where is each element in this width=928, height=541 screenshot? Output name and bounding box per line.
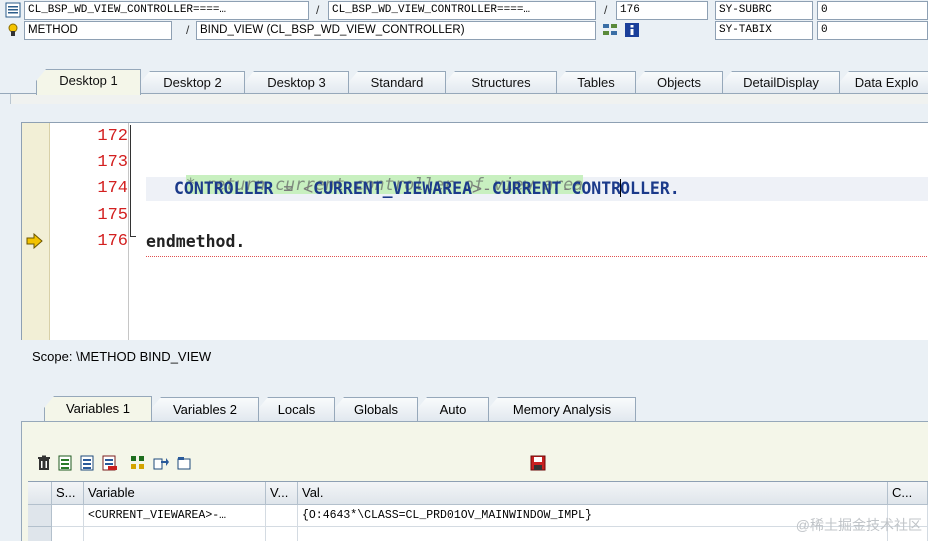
variables-table[interactable]: S... Variable V... Val. C... <CURRENT_VI… — [28, 481, 928, 541]
sy-subrc-value[interactable]: 0 — [817, 1, 928, 20]
code-token: endmethod — [146, 232, 236, 251]
tab-globals[interactable]: Globals — [334, 397, 418, 421]
event-name-field[interactable]: BIND_VIEW (CL_BSP_WD_VIEW_CONTROLLER) — [196, 21, 596, 40]
line-number: 173 — [97, 153, 128, 172]
scope-label: Scope: \METHOD BIND_VIEW — [32, 349, 212, 364]
cell-s — [52, 527, 84, 541]
folder-icon[interactable] — [176, 455, 192, 471]
include-field[interactable]: CL_BSP_WD_VIEW_CONTROLLER====… — [328, 1, 596, 20]
row-selector[interactable] — [28, 527, 52, 541]
info-icon[interactable] — [624, 22, 640, 38]
code-token: . — [669, 179, 680, 198]
line-number: 174 — [97, 179, 128, 198]
row-selector[interactable] — [28, 505, 52, 527]
breakpoint-gutter[interactable] — [22, 123, 50, 340]
line-number: 176 — [97, 232, 128, 251]
line-number-column: 172 173 174 175 176 — [50, 123, 128, 340]
code-line-176: endmethod. — [146, 231, 245, 253]
code-token: OLLER — [620, 179, 670, 198]
column-header-value[interactable]: Val. — [298, 482, 888, 505]
tab-variables-1[interactable]: Variables 1 — [44, 396, 152, 422]
execution-pointer-icon — [26, 233, 43, 249]
tab-data-explorer[interactable]: Data Explo — [839, 71, 928, 94]
tab-desktop-2[interactable]: Desktop 2 — [140, 71, 245, 94]
separator: / — [316, 3, 320, 17]
column-header-s[interactable]: S... — [52, 482, 84, 505]
program-icon — [5, 2, 21, 18]
tab-variables-2[interactable]: Variables 2 — [151, 397, 259, 421]
column-header-v[interactable]: V... — [266, 482, 298, 505]
column-selector-header[interactable] — [28, 482, 52, 505]
gutter-divider — [128, 123, 129, 340]
tab-desktop-1[interactable]: Desktop 1 — [36, 69, 141, 95]
block-structure-line — [130, 125, 131, 237]
code-token: CURRENT_VIEWAREA — [313, 179, 473, 198]
statement-underline — [146, 256, 928, 257]
tree-icon[interactable] — [602, 22, 618, 38]
cell-s — [52, 505, 84, 527]
tab-auto[interactable]: Auto — [417, 397, 489, 421]
watermark: @稀土掘金技术社区 — [795, 517, 922, 533]
tab-memory-analysis[interactable]: Memory Analysis — [488, 397, 636, 421]
hierarchy-icon[interactable] — [130, 455, 146, 471]
column-header-variable[interactable]: Variable — [84, 482, 266, 505]
save-variables-icon[interactable] — [102, 455, 118, 471]
code-line-174: CONTROLLER = <CURRENT_VIEWAREA>-CURRENT-… — [146, 178, 680, 200]
code-token: CONTR — [571, 179, 622, 198]
line-number: 172 — [97, 127, 128, 146]
code-token: > — [472, 179, 482, 198]
cell-v — [266, 527, 298, 541]
delete-icon[interactable] — [36, 455, 52, 471]
separator: / — [186, 23, 190, 37]
code-token: < — [303, 179, 314, 198]
column-header-c[interactable]: C... — [888, 482, 928, 505]
tab-detail-display[interactable]: DetailDisplay — [722, 71, 840, 94]
program-field[interactable]: CL_BSP_WD_VIEW_CONTROLLER====… — [24, 1, 309, 20]
sy-subrc-label: SY-SUBRC — [715, 1, 813, 20]
tab-objects[interactable]: Objects — [635, 71, 723, 94]
sy-tabix-value[interactable]: 0 — [817, 21, 928, 40]
event-type-field[interactable]: METHOD — [24, 21, 172, 40]
method-icon — [8, 23, 18, 36]
code-token: = — [273, 179, 304, 198]
tab-standard[interactable]: Standard — [348, 71, 446, 94]
transfer-icon[interactable] — [153, 455, 169, 471]
line-number: 175 — [97, 206, 128, 225]
cell-v — [266, 505, 298, 527]
code-editor[interactable]: 172 173 174 175 176 * return current con… — [21, 122, 928, 340]
tab-desktop-3[interactable]: Desktop 3 — [244, 71, 349, 94]
line-field[interactable]: 176 — [616, 1, 708, 20]
code-token: - — [481, 179, 492, 198]
desktop-panel — [10, 94, 928, 104]
tab-locals[interactable]: Locals — [258, 397, 335, 421]
append-row-icon[interactable] — [80, 455, 96, 471]
sy-tabix-label: SY-TABIX — [715, 21, 813, 40]
code-token: CURRENT — [491, 179, 562, 198]
code-token: . — [235, 232, 246, 251]
block-structure-end — [130, 236, 136, 237]
tab-tables[interactable]: Tables — [556, 71, 636, 94]
save-icon[interactable] — [530, 455, 546, 471]
code-token: CONTROLLER — [174, 179, 274, 198]
code-token: - — [561, 179, 572, 198]
cell-variable[interactable]: <CURRENT_VIEWAREA>-… — [84, 505, 266, 527]
tab-structures[interactable]: Structures — [445, 71, 557, 94]
desktop-tabstrip: Desktop 1 Desktop 2 Desktop 3 Standard S… — [0, 68, 928, 95]
cell-variable[interactable] — [84, 527, 266, 541]
insert-row-icon[interactable] — [58, 455, 74, 471]
separator: / — [604, 3, 608, 17]
